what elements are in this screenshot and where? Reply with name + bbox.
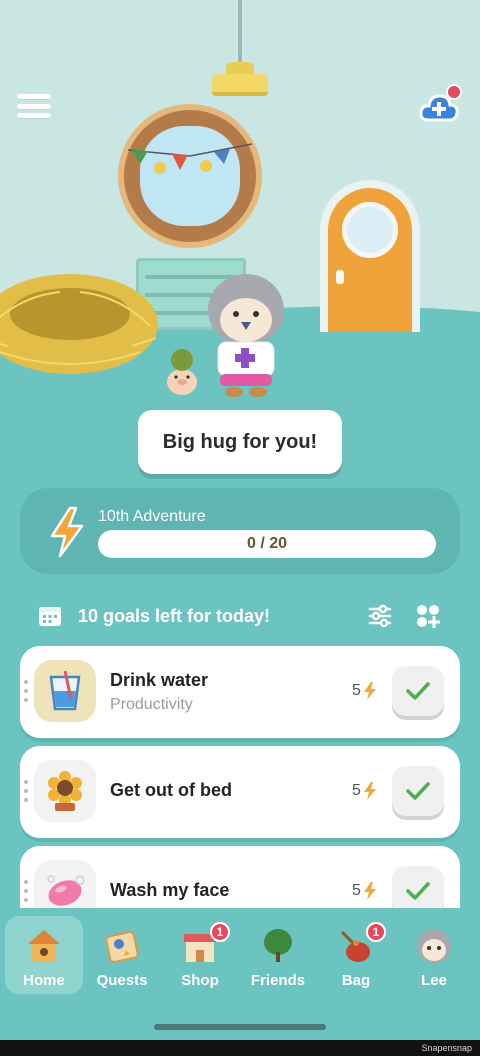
bunting-flags <box>128 143 252 174</box>
nav-home[interactable]: Home <box>5 916 83 994</box>
ceiling-lamp <box>212 74 268 96</box>
add-goal-grid-icon[interactable] <box>414 602 442 630</box>
progress-text: 0 / 20 <box>246 535 288 552</box>
nav-label: Shop <box>181 972 219 989</box>
nav-label: Bag <box>341 972 371 989</box>
filter-icon[interactable] <box>366 602 394 630</box>
lightning-icon <box>363 882 376 900</box>
nav-label: Home <box>23 972 65 989</box>
checkmark-icon <box>406 782 430 800</box>
add-friend-button[interactable] <box>418 84 464 128</box>
nav-friends[interactable]: Friends <box>239 916 317 994</box>
goal-points: 5 <box>352 882 376 900</box>
goal-points-value: 5 <box>352 882 361 899</box>
round-window <box>118 104 262 248</box>
birdhouse-icon <box>28 930 60 962</box>
lightning-icon <box>363 782 376 800</box>
goal-name: Drink water <box>110 670 209 690</box>
drag-handle[interactable] <box>24 680 30 702</box>
goals-header: 10 goals left for today! <box>38 598 442 634</box>
nav-label: Lee <box>421 972 447 989</box>
notification-dot <box>446 84 462 100</box>
adventure-title: 10th Adventure <box>98 508 206 525</box>
goal-category: Productivity <box>110 696 193 713</box>
lamp-cord <box>238 0 242 66</box>
watermark: Snapensnap <box>0 1040 480 1056</box>
straw-nest <box>0 274 158 374</box>
quests-icon <box>105 931 139 963</box>
adventure-panel: 10th Adventure 0 / 20 <box>20 488 460 574</box>
adventure-progress-bar: 0 / 20 <box>98 530 436 558</box>
goal-name: Get out of bed <box>110 780 232 800</box>
speech-bubble: Big hug for you! <box>138 410 342 474</box>
room-scene <box>0 0 480 400</box>
complete-goal-button[interactable] <box>392 766 444 816</box>
goal-points-value: 5 <box>352 682 361 699</box>
calendar-icon <box>39 607 61 626</box>
goal-points-value: 5 <box>352 782 361 799</box>
goal-name: Wash my face <box>110 880 230 900</box>
lightning-icon <box>50 506 84 558</box>
goals-left-text: 10 goals left for today! <box>78 605 271 626</box>
sunflower-icon <box>34 760 96 822</box>
goal-points: 5 <box>352 782 376 800</box>
door <box>320 180 420 332</box>
shop-badge: 1 <box>210 922 230 942</box>
menu-icon-line <box>17 113 51 118</box>
water-glass-icon <box>34 660 96 722</box>
menu-icon-line <box>17 103 51 109</box>
lightning-icon <box>363 682 376 700</box>
goal-card[interactable]: Get out of bed 5 <box>20 746 460 838</box>
home-indicator[interactable] <box>154 1024 326 1030</box>
bird-character <box>208 274 284 397</box>
bag-badge: 1 <box>366 922 386 942</box>
drag-handle[interactable] <box>24 880 30 902</box>
bottom-nav: Home Quests 1 Shop Friends 1 Bag Lee <box>0 908 480 1056</box>
nav-shop[interactable]: 1 Shop <box>161 916 239 994</box>
menu-icon-line <box>17 94 51 99</box>
goal-list: Drink water Productivity 5 Get out of be… <box>20 646 460 946</box>
drag-handle[interactable] <box>24 780 30 802</box>
avatar-icon <box>417 929 451 963</box>
complete-goal-button[interactable] <box>392 666 444 716</box>
nav-profile[interactable]: Lee <box>395 916 473 994</box>
nav-bag[interactable]: 1 Bag <box>317 916 395 994</box>
nav-label: Friends <box>250 972 306 989</box>
goal-card[interactable]: Drink water Productivity 5 <box>20 646 460 738</box>
nav-quests[interactable]: Quests <box>83 916 161 994</box>
checkmark-icon <box>406 682 430 700</box>
goal-points: 5 <box>352 682 376 700</box>
menu-button[interactable] <box>14 90 54 122</box>
tree-icon <box>264 929 292 962</box>
checkmark-icon <box>406 882 430 900</box>
nav-label: Quests <box>96 972 148 989</box>
